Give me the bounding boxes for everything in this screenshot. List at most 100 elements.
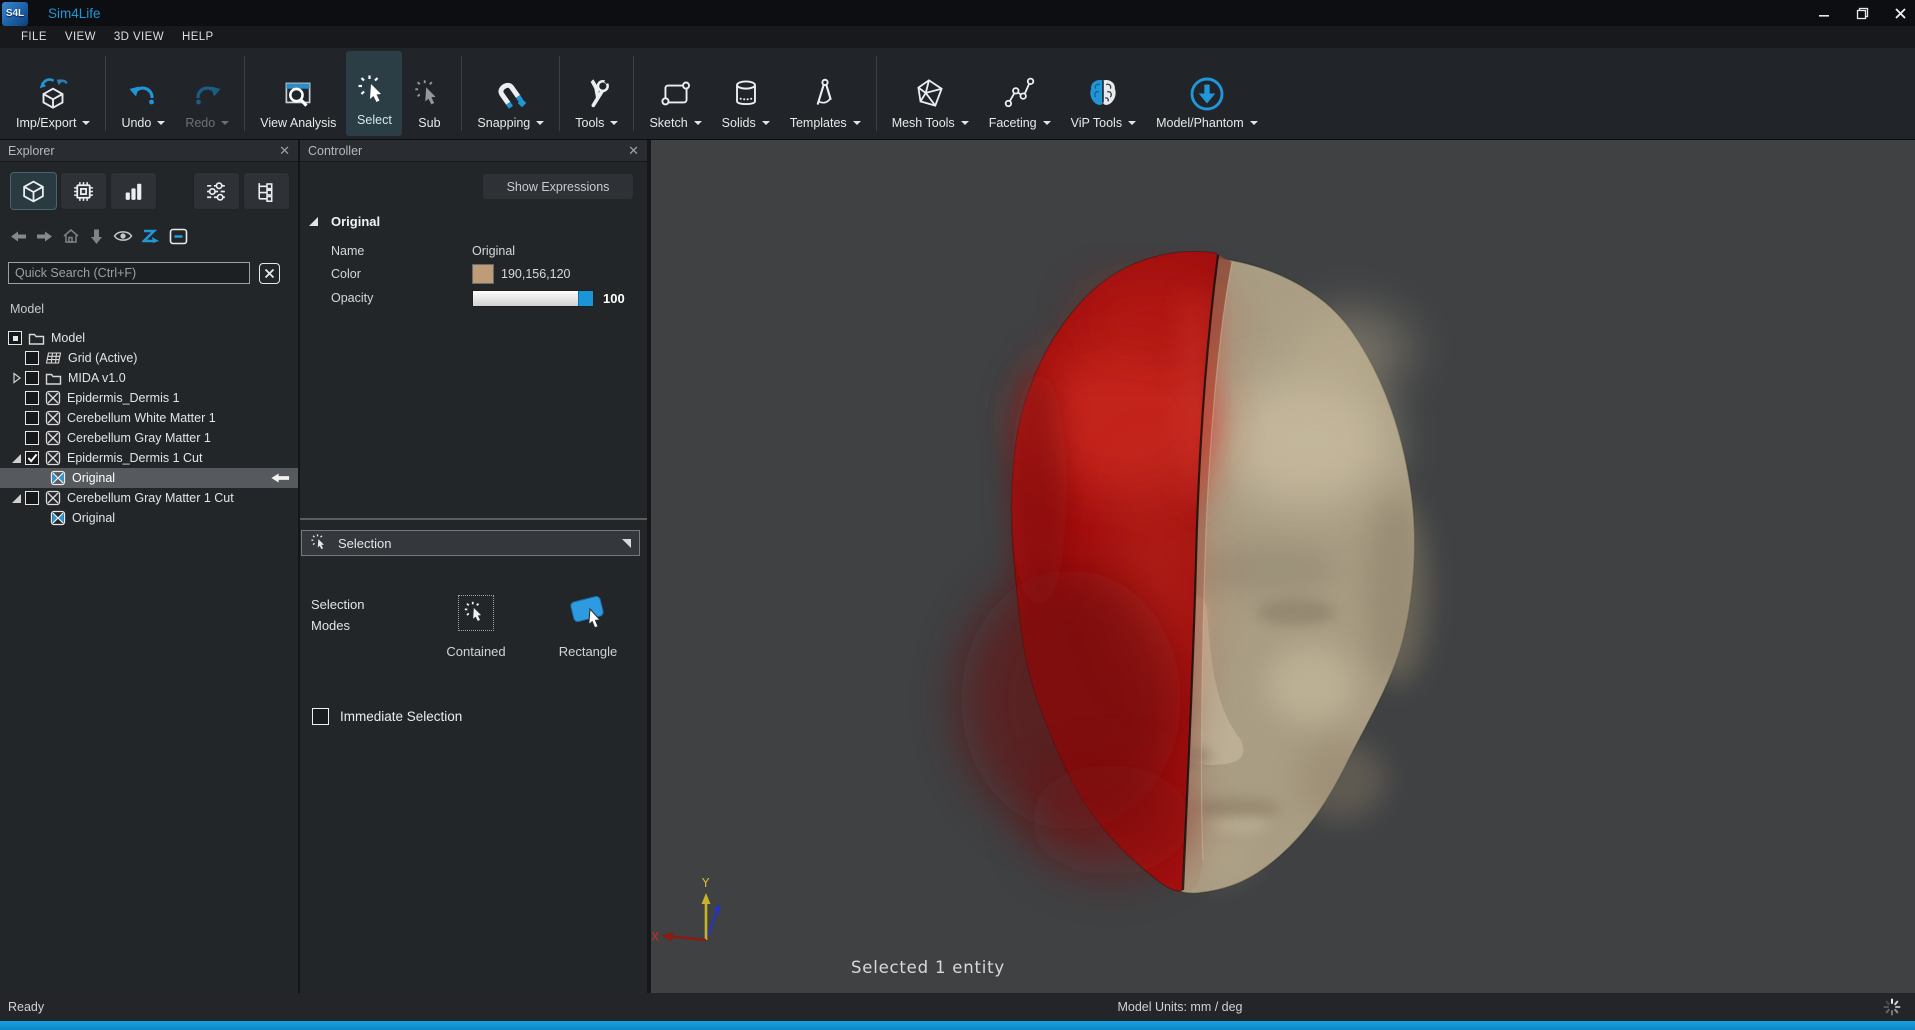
contained-icon <box>458 595 494 631</box>
chevron-down-icon <box>157 121 165 129</box>
explorer-tab-hierarchy[interactable] <box>243 172 290 210</box>
tree-label: Model <box>51 331 85 345</box>
selection-mode-contained[interactable]: Contained <box>431 590 521 659</box>
eye-icon[interactable] <box>113 229 133 243</box>
checkbox-unchecked[interactable] <box>25 391 39 405</box>
menu-3d-view[interactable]: 3D VIEW <box>105 31 173 43</box>
toolbar-label: Solids <box>722 116 756 130</box>
tree-row-original-selected[interactable]: Original <box>0 468 298 488</box>
back-arrow-icon[interactable] <box>10 229 27 244</box>
cube-icon <box>21 179 46 204</box>
collapse-all-icon[interactable] <box>169 228 188 245</box>
toolbar-separator <box>105 56 106 131</box>
toolbar-solids[interactable]: Solids <box>712 48 780 139</box>
rectangle-label: Rectangle <box>543 644 633 659</box>
sliders-icon <box>204 179 229 204</box>
toolbar-label: Undo <box>121 116 151 130</box>
tree-row-model[interactable]: Model <box>0 328 298 348</box>
search-input[interactable] <box>8 262 250 284</box>
toolbar-sub[interactable]: Sub <box>402 48 456 139</box>
toolbar-sketch[interactable]: Sketch <box>639 48 711 139</box>
controller-close-icon[interactable]: ✕ <box>628 144 639 157</box>
tree-row-epidermis[interactable]: Epidermis_Dermis 1 <box>0 388 298 408</box>
checkbox-unchecked[interactable] <box>25 351 39 365</box>
checkbox-checked[interactable] <box>25 451 39 465</box>
head-model[interactable] <box>651 140 1909 993</box>
checkbox-unchecked[interactable] <box>25 431 39 445</box>
viewport-3d[interactable]: Y X Selected 1 entity <box>651 140 1915 993</box>
group-header[interactable]: Original <box>309 214 380 229</box>
chevron-down-icon <box>610 121 618 129</box>
expander-expanded-icon[interactable] <box>11 453 22 464</box>
checkbox-unchecked[interactable] <box>25 371 39 385</box>
menu-file[interactable]: FILE <box>12 31 56 43</box>
section-collapse-icon <box>622 539 631 548</box>
rectangle-select-icon <box>566 593 610 633</box>
explorer-tab-properties[interactable] <box>193 172 240 210</box>
group-title: Original <box>331 214 380 229</box>
tree-row-cgm-cut[interactable]: Cerebellum Gray Matter 1 Cut <box>0 488 298 508</box>
explorer-tab-simulation[interactable] <box>60 172 107 210</box>
check-icon <box>27 453 38 463</box>
tree-row-epidermis-cut[interactable]: Epidermis_Dermis 1 Cut <box>0 448 298 468</box>
checkbox-unchecked[interactable] <box>25 411 39 425</box>
color-swatch[interactable] <box>472 264 494 284</box>
toolbar-label: Select <box>357 113 392 127</box>
explorer-tab-model[interactable] <box>10 172 57 210</box>
toolbar-redo[interactable]: Redo <box>175 48 239 139</box>
toolbar-undo[interactable]: Undo <box>111 48 175 139</box>
chip-icon <box>71 179 96 204</box>
toolbar-imp-export[interactable]: Imp/Export <box>6 48 100 139</box>
close-button[interactable] <box>1889 3 1911 23</box>
expander-collapsed-icon[interactable] <box>12 372 22 384</box>
view-analysis-icon <box>279 72 317 116</box>
explorer-tab-analysis[interactable] <box>110 172 157 210</box>
checkbox-unchecked[interactable] <box>25 491 39 505</box>
expander-expanded-icon[interactable] <box>11 493 22 504</box>
restore-button[interactable] <box>1851 3 1873 23</box>
toolbar-faceting[interactable]: Faceting <box>979 48 1061 139</box>
toolbar-vip-tools[interactable]: ViP Tools <box>1061 48 1146 139</box>
toolbar-templates[interactable]: Templates <box>780 48 871 139</box>
show-expressions-button[interactable]: Show Expressions <box>483 174 633 199</box>
section-divider <box>300 518 647 520</box>
tree-row-original2[interactable]: Original <box>0 508 298 528</box>
select-icon <box>310 533 330 553</box>
spinner-icon <box>1883 998 1901 1016</box>
selection-mode-rectangle[interactable]: Rectangle <box>543 590 633 659</box>
search-clear-button[interactable] <box>259 263 280 284</box>
menu-help[interactable]: HELP <box>173 31 223 43</box>
zoom-to-icon[interactable] <box>142 228 160 244</box>
tree-row-grid[interactable]: Grid (Active) <box>0 348 298 368</box>
toolbar-model-phantom[interactable]: Model/Phantom <box>1146 48 1268 139</box>
immediate-selection-row[interactable]: Immediate Selection <box>312 708 462 725</box>
home-icon[interactable] <box>62 228 80 244</box>
selection-status-text: Selected 1 entity <box>823 958 1033 977</box>
chevron-down-icon <box>82 121 90 129</box>
tree-row-mida[interactable]: MIDA v1.0 <box>0 368 298 388</box>
menu-view[interactable]: VIEW <box>56 31 105 43</box>
explorer-close-icon[interactable]: ✕ <box>279 144 290 157</box>
color-value[interactable]: 190,156,120 <box>501 267 571 281</box>
name-value[interactable]: Original <box>472 244 515 258</box>
forward-arrow-icon[interactable] <box>36 229 53 244</box>
down-arrow-icon[interactable] <box>89 228 104 245</box>
minimize-button[interactable] <box>1813 3 1835 23</box>
toolbar-snapping[interactable]: Snapping <box>467 48 554 139</box>
tree-row-cgm[interactable]: Cerebellum Gray Matter 1 <box>0 428 298 448</box>
selection-section-header[interactable]: Selection <box>301 530 640 556</box>
main-toolbar: Imp/Export Undo Redo <box>0 48 1915 140</box>
status-model-units: Model Units: mm / deg <box>1040 1000 1320 1014</box>
toolbar-label: Faceting <box>989 116 1037 130</box>
checkbox-partial[interactable] <box>8 331 22 345</box>
opacity-slider-handle[interactable] <box>578 291 593 306</box>
mesh-entity-icon <box>45 410 61 426</box>
toolbar-tools[interactable]: Tools <box>565 48 628 139</box>
toolbar-label: Sub <box>418 116 440 130</box>
toolbar-mesh-tools[interactable]: Mesh Tools <box>882 48 979 139</box>
toolbar-view-analysis[interactable]: View Analysis <box>250 48 346 139</box>
toolbar-select[interactable]: Select <box>346 51 402 136</box>
tree-row-cwm[interactable]: Cerebellum White Matter 1 <box>0 408 298 428</box>
opacity-slider[interactable] <box>472 290 594 307</box>
immediate-selection-checkbox[interactable] <box>312 708 329 725</box>
